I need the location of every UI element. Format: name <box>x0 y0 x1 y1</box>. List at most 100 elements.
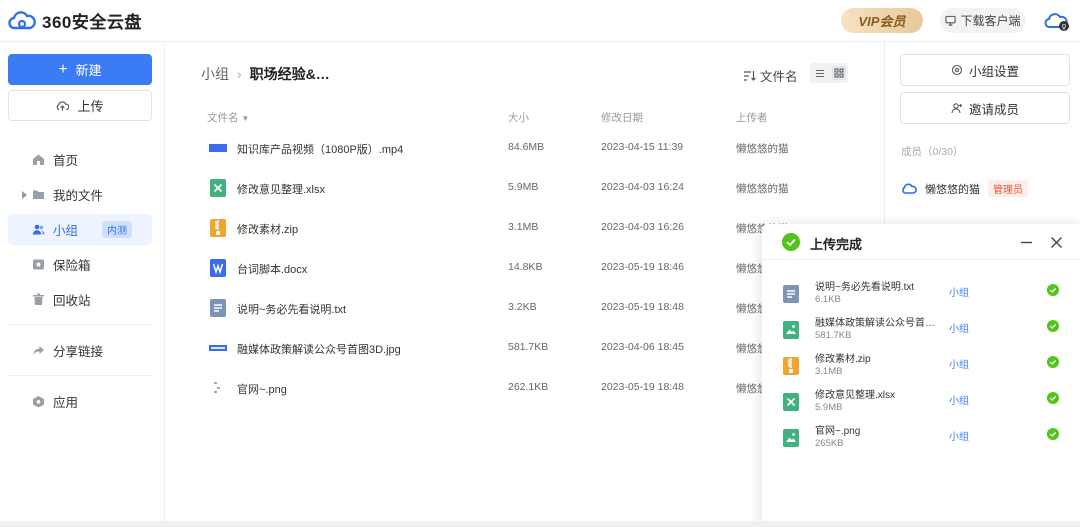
invite-members-button[interactable]: 邀请成员 <box>900 92 1070 124</box>
upload-item[interactable]: 融媒体政策解读公众号首图3D.jpg 581.7KB 小组 <box>762 312 1080 348</box>
close-icon[interactable] <box>1048 234 1064 250</box>
file-date: 2023-05-19 18:48 <box>601 301 684 313</box>
sort-button[interactable]: 文件名 <box>743 66 798 85</box>
text-file-icon <box>210 299 226 317</box>
bottom-edge <box>0 521 1080 527</box>
group-settings-button[interactable]: 小组设置 <box>900 54 1070 86</box>
upload-button[interactable]: 上传 <box>8 90 152 121</box>
app-logo[interactable]: 360安全云盘 <box>8 8 142 33</box>
chevron-right-icon: › <box>237 66 242 82</box>
image-file-icon <box>783 429 799 447</box>
success-check-icon <box>782 233 800 251</box>
member-name: 懒悠悠的猫 <box>925 183 980 196</box>
user-avatar-icon[interactable]: ♀ <box>1044 10 1070 32</box>
breadcrumb-current: 职场经验&… <box>249 66 330 82</box>
file-date: 2023-04-06 18:45 <box>601 341 684 353</box>
plus-icon: + <box>58 60 68 78</box>
sidebar-item-label: 小组 <box>53 224 79 238</box>
vip-button[interactable]: VIP会员 <box>841 8 923 33</box>
upload-button-label: 上传 <box>77 99 104 114</box>
popup-header: 上传完成 <box>762 224 1080 260</box>
caret-right-icon[interactable] <box>22 191 27 199</box>
share-icon <box>33 346 44 356</box>
image-thumbnail-icon <box>214 382 220 393</box>
sidebar-item-safe-box[interactable]: 保险箱 <box>8 249 152 280</box>
upload-item[interactable]: 官网~.png 265KB 小组 <box>762 420 1080 456</box>
file-size: 14.8KB <box>508 261 543 273</box>
group-settings-label: 小组设置 <box>968 64 1019 79</box>
column-header-label: 文件名 <box>207 112 239 124</box>
upload-destination-link[interactable]: 小组 <box>949 356 969 371</box>
download-client-button[interactable]: 下载客户端 <box>940 8 1026 33</box>
popup-title: 上传完成 <box>810 237 863 252</box>
file-name[interactable]: 融媒体政策解读公众号首图3D.jpg <box>237 341 401 357</box>
file-size: 3.1MB <box>508 221 539 233</box>
video-file-icon <box>209 144 227 152</box>
table-row[interactable]: 知识库产品视频（1080P版）.mp4 84.6MB 2023-04-15 11… <box>205 128 865 168</box>
trash-icon <box>33 293 44 305</box>
upload-file-size: 265KB <box>815 438 844 449</box>
sidebar-item-share-links[interactable]: 分享链接 <box>8 335 152 366</box>
file-name[interactable]: 修改意见整理.xlsx <box>237 181 325 197</box>
members-count: 成员（0/30） <box>901 146 964 158</box>
sidebar-item-recycle-bin[interactable]: 回收站 <box>8 284 152 315</box>
upload-complete-popup: 上传完成 说明~务必先看说明.txt 6.1KB 小组 融媒体政策解读公众号首图… <box>762 224 1080 527</box>
file-size: 5.9MB <box>508 181 539 193</box>
sidebar-item-label: 分享链接 <box>53 345 104 359</box>
download-client-label: 下载客户端 <box>960 14 1021 28</box>
upload-file-name: 说明~务必先看说明.txt <box>815 282 915 293</box>
upload-destination-link[interactable]: 小组 <box>949 428 969 443</box>
sidebar-item-apps[interactable]: 应用 <box>8 386 152 417</box>
text-file-icon <box>783 285 799 303</box>
add-user-icon <box>951 103 962 114</box>
file-name[interactable]: 修改素材.zip <box>237 221 298 237</box>
column-header-date[interactable]: 修改日期 <box>601 110 643 125</box>
grid-view-icon[interactable] <box>831 66 846 80</box>
file-name[interactable]: 官网~.png <box>237 381 287 397</box>
word-file-icon <box>210 259 226 277</box>
table-row[interactable]: 修改意见整理.xlsx 5.9MB 2023-04-03 16:24 懒悠悠的猫 <box>205 168 865 208</box>
image-file-icon <box>783 321 799 339</box>
sidebar-item-my-files[interactable]: 我的文件 <box>8 179 152 210</box>
column-header-uploader[interactable]: 上传者 <box>736 110 768 125</box>
new-button[interactable]: + 新建 <box>8 54 152 85</box>
file-name[interactable]: 台词脚本.docx <box>237 261 307 277</box>
upload-destination-link[interactable]: 小组 <box>949 392 969 407</box>
sidebar: + 新建 上传 首页 我的文件 小组 内测 保险箱 回收站 分享链接 应用 <box>0 42 164 527</box>
file-size: 84.6MB <box>508 141 545 153</box>
file-name[interactable]: 说明~务必先看说明.txt <box>237 301 346 317</box>
file-date: 2023-05-19 18:46 <box>601 261 684 273</box>
file-date: 2023-04-03 16:26 <box>601 221 684 233</box>
sidebar-item-group[interactable]: 小组 内测 <box>8 214 152 245</box>
upload-destination-link[interactable]: 小组 <box>949 320 969 335</box>
minimize-icon[interactable] <box>1018 234 1034 250</box>
file-size: 262.1KB <box>508 381 549 393</box>
cloud-logo-icon <box>8 10 36 29</box>
sidebar-item-label: 保险箱 <box>53 259 91 273</box>
sort-icon <box>744 70 756 81</box>
home-icon <box>33 154 44 165</box>
success-check-icon <box>1047 320 1059 332</box>
upload-file-name: 修改意见整理.xlsx <box>815 390 895 401</box>
view-toggle <box>810 63 848 83</box>
file-uploader: 懒悠悠的猫 <box>736 183 789 195</box>
member-item[interactable]: 懒悠悠的猫 管理员 <box>901 180 1028 197</box>
apps-icon <box>33 396 44 408</box>
file-name[interactable]: 知识库产品视频（1080P版）.mp4 <box>237 141 403 157</box>
upload-item[interactable]: 修改意见整理.xlsx 5.9MB 小组 <box>762 384 1080 420</box>
column-header-size[interactable]: 大小 <box>508 110 529 125</box>
upload-destination-link[interactable]: 小组 <box>949 284 969 299</box>
sidebar-item-label: 回收站 <box>53 294 91 308</box>
list-view-icon[interactable] <box>813 66 827 80</box>
svg-text:♀: ♀ <box>1061 23 1066 31</box>
upload-file-size: 581.7KB <box>815 330 852 341</box>
breadcrumb-root[interactable]: 小组 <box>201 64 229 84</box>
file-uploader: 懒悠悠的猫 <box>736 143 789 155</box>
cloud-upload-icon <box>57 100 70 111</box>
zip-file-icon <box>210 219 226 237</box>
sidebar-item-home[interactable]: 首页 <box>8 144 152 175</box>
upload-item[interactable]: 修改素材.zip 3.1MB 小组 <box>762 348 1080 384</box>
column-header-name[interactable]: 文件名 ▼ <box>207 110 249 125</box>
sidebar-divider <box>8 324 152 325</box>
upload-item[interactable]: 说明~务必先看说明.txt 6.1KB 小组 <box>762 276 1080 312</box>
